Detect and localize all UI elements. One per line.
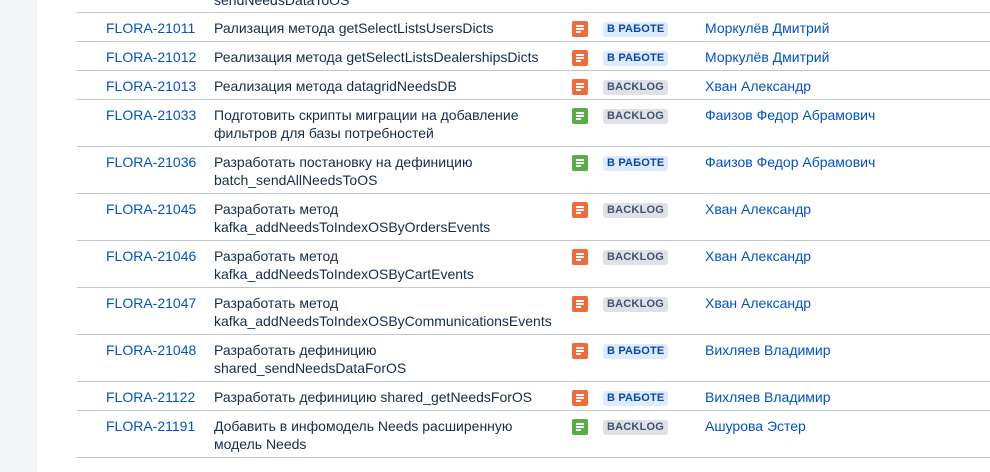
table-row[interactable]: FLORA-21048 Разработать дефиницию shared_…	[77, 335, 990, 382]
subtask-icon	[572, 21, 588, 37]
assignee-link[interactable]: Хван Александр	[705, 200, 811, 218]
table-row[interactable]: FLORA-21012 Реализация метода getSelectL…	[77, 42, 990, 71]
issue-summary: Подготовить скрипты миграции на добавлен…	[214, 107, 519, 141]
status-badge: BACKLOG	[603, 297, 669, 312]
subtask-icon	[572, 108, 588, 124]
subtask-icon	[572, 202, 588, 218]
issue-summary: Разработать метод kafka_addNeedsToIndexOS…	[214, 295, 552, 329]
status-badge: BACKLOG	[603, 109, 669, 124]
assignee-link[interactable]: Фаизов Федор Абрамович	[705, 153, 875, 171]
table-row[interactable]: FLORA-21045 Разработать метод kafka_addNe…	[77, 194, 990, 241]
subtask-icon	[572, 249, 588, 265]
assignee-link[interactable]: Хван Александр	[705, 77, 811, 95]
issue-summary: Разработать постановку на дефиницию batch…	[214, 154, 473, 188]
issue-summary: Добавить в инфомодель Needs расширенную м…	[214, 418, 513, 452]
table-row[interactable]: FLORA-21122 Разработать дефиницию shared…	[77, 382, 990, 411]
assignee-link[interactable]: Ашурова Эстер	[705, 417, 806, 435]
issue-key-link[interactable]: FLORA-21047	[106, 294, 196, 312]
status-badge: В РАБОТЕ	[603, 22, 669, 37]
table-row[interactable]: FLORA-21047 Разработать метод kafka_addNe…	[77, 288, 990, 335]
issue-key-link[interactable]: FLORA-21048	[106, 341, 196, 359]
issue-key-link[interactable]: FLORA-21012	[106, 48, 196, 66]
assignee-link[interactable]: Вихляев Владимир	[705, 341, 831, 359]
issue-summary: Рализация метода getSelectListsUsersDict…	[214, 20, 494, 36]
table-row[interactable]: FLORA-21036 Разработать постановку на де…	[77, 147, 990, 194]
status-badge: В РАБОТЕ	[603, 51, 669, 66]
assignee-link[interactable]: Моркулёв Дмитрий	[705, 19, 829, 37]
issue-summary: Разработать метод kafka_addNeedsToIndexOS…	[214, 201, 491, 235]
issue-key-link[interactable]: FLORA-21122	[106, 388, 195, 406]
table-row[interactable]: FLORA-21046 Разработать метод kafka_addNe…	[77, 241, 990, 288]
issue-table: sendNeedsDataToOS FLORA-21011 Рализация …	[77, 0, 990, 458]
table-row[interactable]: FLORA-21191 Добавить в инфомодель Needs …	[77, 411, 990, 458]
assignee-link[interactable]: Фаизов Федор Абрамович	[705, 106, 875, 124]
table-row[interactable]: FLORA-21013 Реализация метода datagridNe…	[77, 71, 990, 100]
table-row: sendNeedsDataToOS	[77, 0, 990, 13]
issue-key-link[interactable]: FLORA-21191	[106, 417, 195, 435]
subtask-icon	[572, 50, 588, 66]
issue-key-link[interactable]: FLORA-21013	[106, 77, 196, 95]
subtask-icon	[572, 296, 588, 312]
table-row[interactable]: FLORA-21011 Рализация метода getSelectLi…	[77, 13, 990, 42]
issue-key-link[interactable]: FLORA-21045	[106, 200, 196, 218]
issue-summary: Разработать метод kafka_addNeedsToIndexOS…	[214, 248, 474, 282]
subtask-icon	[572, 79, 588, 95]
status-badge: BACKLOG	[603, 203, 669, 218]
assignee-link[interactable]: Хван Александр	[705, 247, 811, 265]
issue-summary: Разработать дефиницию shared_getNeedsFor…	[214, 389, 533, 405]
issue-list-panel: sendNeedsDataToOS FLORA-21011 Рализация …	[37, 0, 990, 472]
status-badge: BACKLOG	[603, 420, 669, 435]
issue-key-link[interactable]: FLORA-21036	[106, 153, 196, 171]
issue-summary: Реализация метода getSelectListsDealersh…	[214, 49, 539, 65]
issue-summary: sendNeedsDataToOS	[214, 0, 350, 8]
subtask-icon	[572, 390, 588, 406]
status-badge: BACKLOG	[603, 250, 669, 265]
status-badge: В РАБОТЕ	[603, 391, 669, 406]
assignee-link[interactable]: Вихляев Владимир	[705, 388, 831, 406]
issue-key-link[interactable]: FLORA-21011	[106, 19, 195, 37]
subtask-icon	[572, 155, 588, 171]
assignee-link[interactable]: Хван Александр	[705, 294, 811, 312]
issue-summary: Реализация метода datagridNeedsDB	[214, 78, 457, 94]
table-row[interactable]: FLORA-21033 Подготовить скрипты миграции…	[77, 100, 990, 147]
status-badge: BACKLOG	[603, 80, 669, 95]
issue-key-link[interactable]: FLORA-21046	[106, 247, 196, 265]
issue-key-link[interactable]: FLORA-21033	[106, 106, 196, 124]
assignee-link[interactable]: Моркулёв Дмитрий	[705, 48, 829, 66]
subtask-icon	[572, 343, 588, 359]
subtask-icon	[572, 419, 588, 435]
status-badge: В РАБОТЕ	[603, 344, 669, 359]
status-badge: В РАБОТЕ	[603, 156, 669, 171]
issue-summary: Разработать дефиницию shared_sendNeedsDat…	[214, 342, 407, 376]
